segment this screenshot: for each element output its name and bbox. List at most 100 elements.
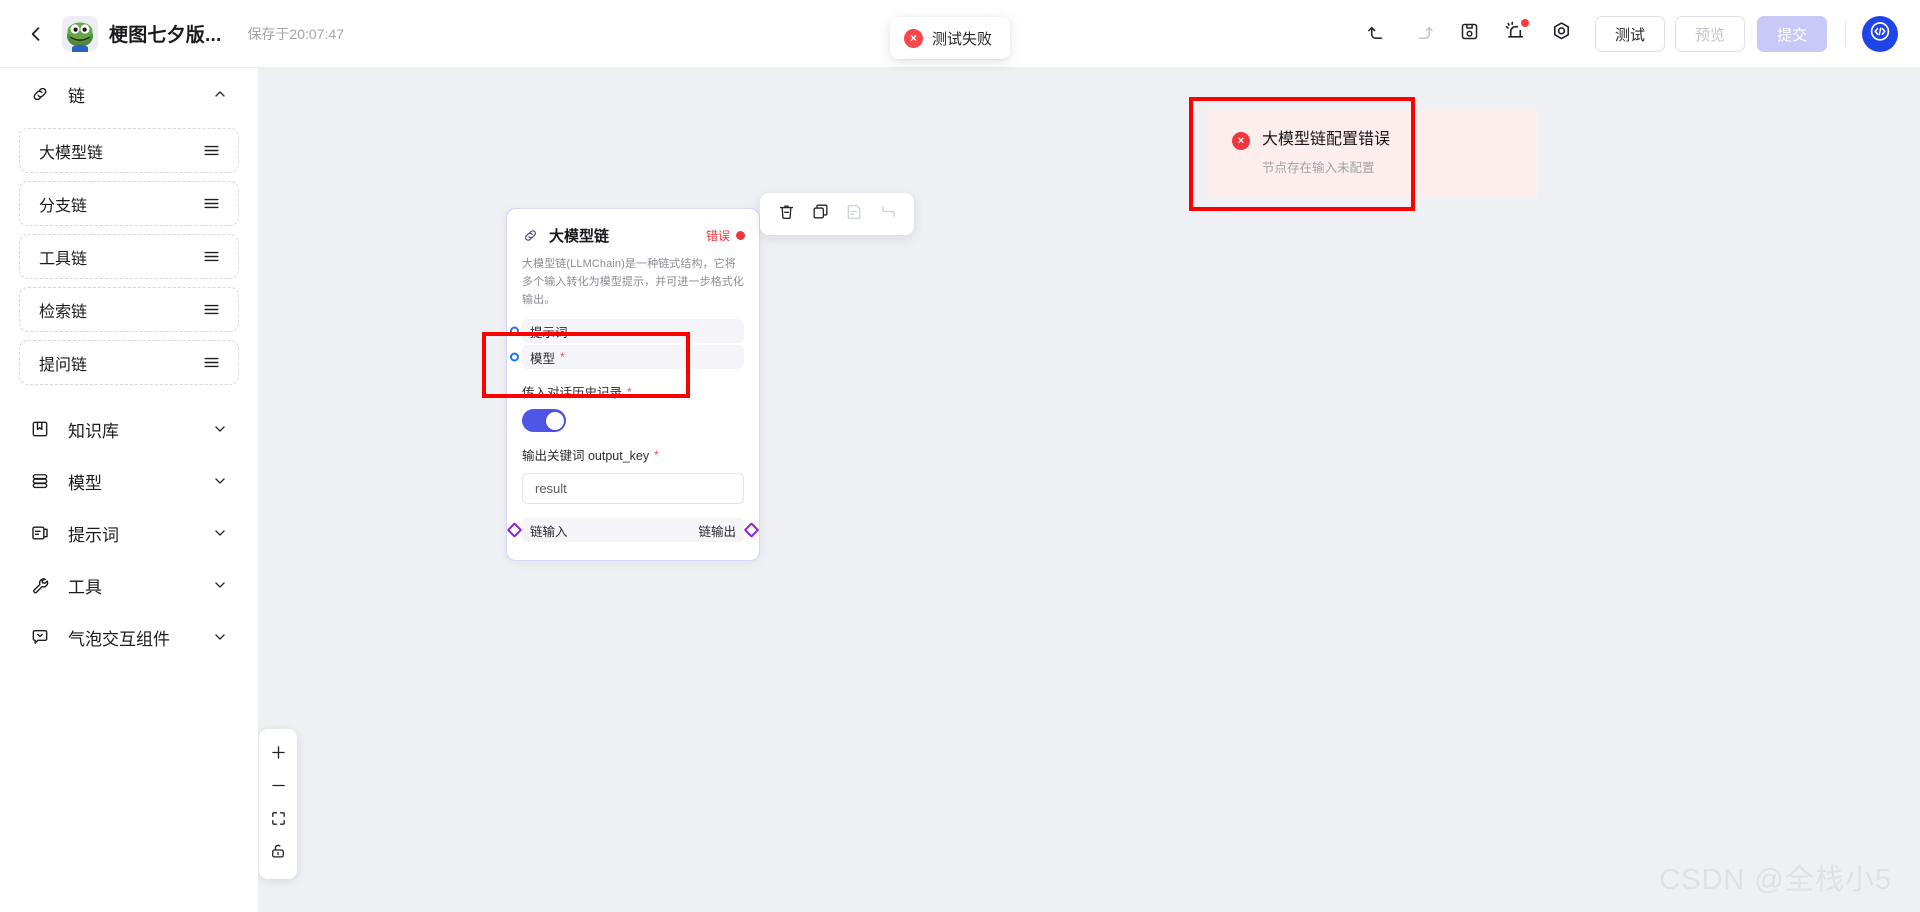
sidebar-item-tool-chain[interactable]: 工具链 bbox=[19, 234, 239, 279]
toggle-knob bbox=[545, 411, 564, 430]
output-key-field-text: 输出关键词 output_key bbox=[522, 449, 650, 464]
chevron-down-icon bbox=[212, 473, 228, 489]
settings-button[interactable] bbox=[1539, 12, 1585, 56]
sidebar-item-label: 检索链 bbox=[39, 303, 88, 321]
error-subtitle: 节点存在输入未配置 bbox=[1262, 161, 1375, 176]
history-toggle[interactable] bbox=[522, 409, 566, 433]
fit-view-button[interactable] bbox=[261, 804, 295, 837]
code-button[interactable] bbox=[1862, 16, 1898, 52]
chain-output-handle[interactable] bbox=[743, 522, 760, 539]
history-field-text: 传入对话历史记录 bbox=[522, 386, 623, 401]
sidebar-group-knowledge-base[interactable]: 知识库 bbox=[0, 403, 258, 455]
sidebar-group-label: 知识库 bbox=[68, 421, 119, 441]
collapse-icon bbox=[879, 202, 898, 226]
node-bottom-spacer bbox=[507, 542, 759, 560]
note-node-button[interactable] bbox=[840, 200, 868, 228]
chain-input-handle[interactable] bbox=[506, 522, 523, 539]
link-icon bbox=[522, 227, 540, 245]
preview-button[interactable]: 预览 bbox=[1674, 16, 1745, 52]
sidebar-item-label: 大模型链 bbox=[39, 144, 104, 162]
sidebar-group-chain[interactable]: 链 bbox=[0, 68, 258, 120]
required-marker: * bbox=[627, 384, 632, 399]
node-llm-chain[interactable]: 大模型链 错误 大模型链(LLMChain)是一种链式结构，它将多个输入转化为模… bbox=[506, 208, 760, 562]
sidebar-item-label: 提问链 bbox=[39, 356, 88, 374]
test-button[interactable]: 测试 bbox=[1594, 16, 1665, 52]
back-button[interactable] bbox=[16, 14, 56, 54]
chevron-up-icon bbox=[212, 86, 228, 102]
chat-bubble-icon bbox=[29, 626, 51, 648]
collapse-node-button[interactable] bbox=[874, 200, 902, 228]
grip-lines-icon[interactable] bbox=[202, 141, 221, 160]
output-key-input[interactable]: result bbox=[522, 473, 744, 505]
saved-timestamp: 保存于20:07:47 bbox=[247, 25, 344, 42]
chevron-down-icon bbox=[212, 421, 228, 437]
header-divider bbox=[1845, 21, 1846, 47]
node-title-row: 大模型链 错误 bbox=[522, 225, 745, 246]
input-port-handle[interactable] bbox=[510, 352, 519, 362]
document-icon bbox=[29, 522, 51, 544]
sidebar-group-model[interactable]: 模型 bbox=[0, 455, 258, 507]
lock-button[interactable] bbox=[261, 837, 295, 870]
undo-button[interactable] bbox=[1355, 12, 1401, 56]
node-port-prompt[interactable]: 提示词 bbox=[510, 319, 744, 344]
grip-lines-icon[interactable] bbox=[202, 194, 221, 213]
redo-button[interactable] bbox=[1401, 12, 1447, 56]
node-header: 大模型链 错误 大模型链(LLMChain)是一种链式结构，它将多个输入转化为模… bbox=[507, 209, 759, 309]
sidebar-group-label: 工具 bbox=[68, 577, 102, 597]
sidebar-group-prompt[interactable]: 提示词 bbox=[0, 507, 258, 559]
database-icon bbox=[29, 470, 51, 492]
sidebar-item-question-chain[interactable]: 提问链 bbox=[19, 340, 239, 385]
sidebar-group-tools[interactable]: 工具 bbox=[0, 559, 258, 611]
save-icon bbox=[1459, 21, 1480, 47]
alarm-button[interactable] bbox=[1493, 12, 1539, 56]
redo-icon bbox=[1412, 20, 1435, 48]
error-circle-icon: × bbox=[1232, 132, 1250, 150]
code-bubble-icon bbox=[1865, 17, 1895, 52]
sidebar-group-label: 模型 bbox=[68, 473, 102, 493]
copy-icon bbox=[811, 202, 830, 226]
save-button[interactable] bbox=[1447, 12, 1493, 56]
node-port-model[interactable]: 模型 * bbox=[510, 345, 744, 370]
sidebar-item-branch-chain[interactable]: 分支链 bbox=[19, 181, 239, 226]
grip-lines-icon[interactable] bbox=[202, 247, 221, 266]
node-status-badge: 错误 bbox=[706, 227, 745, 244]
node-description: 大模型链(LLMChain)是一种链式结构，它将多个输入转化为模型提示，并可进一… bbox=[522, 258, 744, 307]
status-dot-icon bbox=[736, 231, 745, 240]
link-icon bbox=[29, 83, 51, 105]
sidebar-item-llm-chain[interactable]: 大模型链 bbox=[19, 128, 239, 173]
zoom-out-button[interactable] bbox=[261, 771, 295, 804]
canvas-zoom-controls bbox=[259, 729, 297, 879]
required-marker: * bbox=[560, 350, 565, 365]
copy-node-button[interactable] bbox=[806, 200, 834, 228]
workflow-editor-app: 梗图七夕版... 保存于20:07:47 × 测试失败 测试 预览 提交 链 大… bbox=[0, 0, 1920, 912]
delete-node-button[interactable] bbox=[772, 200, 800, 228]
fit-view-icon bbox=[270, 810, 287, 832]
error-panel: × 大模型链配置错误 节点存在输入未配置 bbox=[1208, 110, 1538, 198]
node-title: 大模型链 bbox=[549, 228, 610, 245]
zoom-in-button[interactable] bbox=[261, 738, 295, 771]
chevron-down-icon bbox=[212, 629, 228, 645]
app-header: 梗图七夕版... 保存于20:07:47 × 测试失败 测试 预览 提交 bbox=[0, 0, 1920, 68]
node-footer: 链输入 链输出 bbox=[506, 518, 760, 543]
alarm-badge-dot bbox=[1520, 19, 1529, 27]
workflow-canvas[interactable]: 大模型链 错误 大模型链(LLMChain)是一种链式结构，它将多个输入转化为模… bbox=[258, 68, 1920, 912]
error-title: 大模型链配置错误 bbox=[1262, 131, 1391, 148]
input-port-handle[interactable] bbox=[510, 326, 519, 336]
chevron-left-icon bbox=[26, 24, 46, 44]
sidebar-item-label: 工具链 bbox=[39, 250, 88, 268]
output-key-field-label: 输出关键词 output_key * bbox=[522, 445, 744, 464]
sidebar-item-label: 分支链 bbox=[39, 197, 88, 215]
lock-open-icon bbox=[269, 842, 287, 865]
sidebar-group-label: 提示词 bbox=[68, 525, 119, 545]
submit-button[interactable]: 提交 bbox=[1756, 16, 1827, 52]
sidebar-group-bubble-components[interactable]: 气泡交互组件 bbox=[0, 611, 258, 663]
node-toolbar bbox=[760, 193, 914, 235]
wrench-icon bbox=[29, 574, 51, 596]
grip-lines-icon[interactable] bbox=[202, 353, 221, 372]
grip-lines-icon[interactable] bbox=[202, 300, 221, 319]
sidebar-item-retrieval-chain[interactable]: 检索链 bbox=[19, 287, 239, 332]
error-texts: 大模型链配置错误 节点存在输入未配置 bbox=[1262, 130, 1390, 176]
history-field-label: 传入对话历史记录 * bbox=[522, 382, 744, 401]
toast-test-failed: × 测试失败 bbox=[890, 17, 1011, 59]
chain-input-label: 链输入 bbox=[530, 524, 568, 539]
